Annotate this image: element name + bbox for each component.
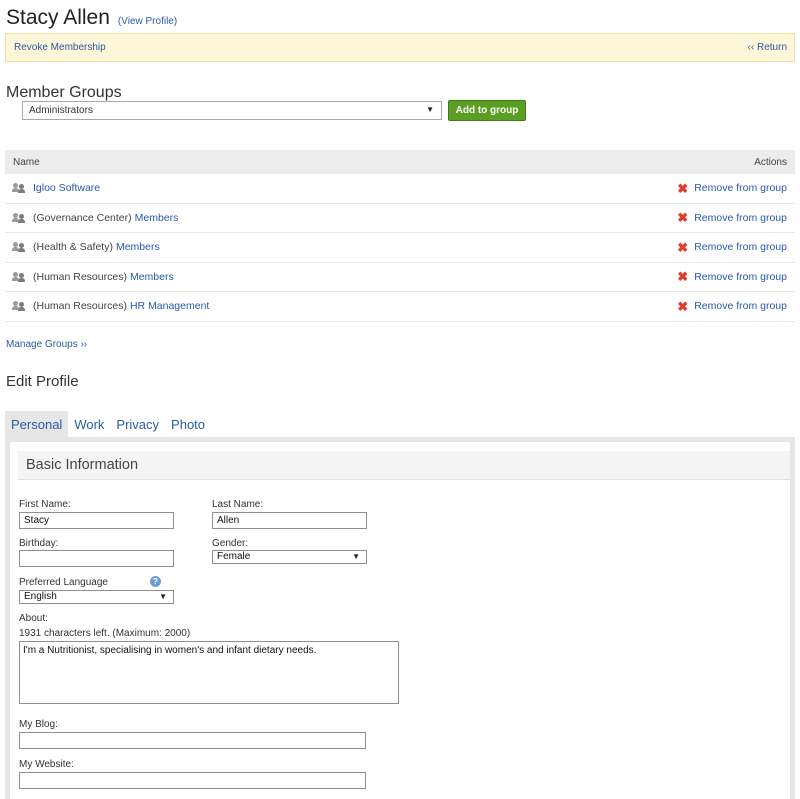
remove-from-group-button[interactable]: ✖ Remove from group xyxy=(677,182,787,195)
group-icon xyxy=(12,301,27,312)
gender-value: Female xyxy=(217,551,251,562)
close-icon: ✖ xyxy=(677,210,689,226)
section-title: Basic Information xyxy=(26,457,139,473)
revoke-membership-link[interactable]: Revoke Membership xyxy=(14,42,106,53)
group-cell: (Health & Safety) Members xyxy=(12,241,160,254)
close-icon: ✖ xyxy=(677,298,689,314)
website-field[interactable] xyxy=(19,772,366,789)
table-row: (Health & Safety) Members ✖ Remove from … xyxy=(5,233,795,263)
profile-panel: Basic Information First Name: Stacy Last… xyxy=(5,437,795,799)
chevron-down-icon: ▼ xyxy=(352,552,360,561)
table-row: (Human Resources) Members ✖ Remove from … xyxy=(5,263,795,292)
group-cell: (Governance Center) Members xyxy=(12,211,179,224)
page-header: Stacy Allen (View Profile) xyxy=(6,6,177,30)
chevron-down-icon: ▼ xyxy=(159,592,167,601)
group-icon xyxy=(12,212,27,223)
language-label: Preferred Language xyxy=(19,577,108,588)
table-row: Igloo Software ✖ Remove from group xyxy=(5,174,795,204)
group-select[interactable]: Administrators ▼ xyxy=(22,101,442,120)
first-name-label: First Name: xyxy=(19,499,71,510)
last-name-field[interactable]: Allen xyxy=(212,512,367,529)
birthday-label: Birthday: xyxy=(19,538,59,549)
remove-label: Remove from group xyxy=(694,182,787,195)
membership-notice-bar: Revoke Membership ‹‹ Return xyxy=(5,33,795,62)
groups-table: Name Actions Igloo Software ✖ Remove fro… xyxy=(5,150,795,322)
remove-from-group-button[interactable]: ✖ Remove from group xyxy=(677,211,787,224)
profile-tabs: Personal Work Privacy Photo xyxy=(5,411,211,438)
remove-label: Remove from group xyxy=(694,270,787,283)
about-label: About: xyxy=(19,613,48,624)
blog-label: My Blog: xyxy=(19,719,58,730)
group-icon xyxy=(12,271,27,282)
group-space-prefix: (Health & Safety) xyxy=(33,241,113,254)
group-cell: (Human Resources) Members xyxy=(12,270,174,283)
group-icon xyxy=(12,242,27,253)
first-name-field[interactable]: Stacy xyxy=(19,512,174,529)
website-label: My Website: xyxy=(19,759,74,770)
help-icon[interactable]: ? xyxy=(150,576,161,587)
remove-label: Remove from group xyxy=(694,241,787,254)
edit-profile-title: Edit Profile xyxy=(6,373,79,390)
close-icon: ✖ xyxy=(677,180,689,196)
remove-label: Remove from group xyxy=(694,211,787,224)
table-header: Name Actions xyxy=(5,150,795,174)
group-cell: (Human Resources) HR Management xyxy=(12,300,209,313)
table-row: (Human Resources) HR Management ✖ Remove… xyxy=(5,292,795,322)
page-title: Stacy Allen xyxy=(6,6,110,29)
group-link[interactable]: Members xyxy=(116,241,160,253)
table-row: (Governance Center) Members ✖ Remove fro… xyxy=(5,204,795,233)
basic-information-header: Basic Information xyxy=(18,451,790,480)
tab-privacy[interactable]: Privacy xyxy=(110,411,165,438)
group-space-prefix: (Governance Center) xyxy=(33,211,132,224)
birthday-field[interactable] xyxy=(19,550,174,567)
group-link[interactable]: Members xyxy=(130,271,174,283)
view-profile-link[interactable]: (View Profile) xyxy=(118,16,177,27)
manage-groups-link[interactable]: Manage Groups ›› xyxy=(6,339,87,350)
group-space-prefix: (Human Resources) xyxy=(33,300,127,313)
group-cell: Igloo Software xyxy=(12,182,100,194)
group-select-value: Administrators xyxy=(29,105,93,116)
group-space-prefix: (Human Resources) xyxy=(33,270,127,283)
about-character-counter: 1931 characters left. (Maximum: 2000) xyxy=(19,628,191,639)
column-header-name: Name xyxy=(13,156,40,168)
group-link[interactable]: Igloo Software xyxy=(33,182,100,194)
language-select[interactable]: English ▼ xyxy=(19,590,174,604)
close-icon: ✖ xyxy=(677,269,689,285)
group-link[interactable]: HR Management xyxy=(130,300,209,312)
blog-field[interactable] xyxy=(19,732,366,749)
close-icon: ✖ xyxy=(677,239,689,255)
about-textarea[interactable]: I'm a Nutritionist, specialising in wome… xyxy=(19,641,399,704)
last-name-label: Last Name: xyxy=(212,499,264,510)
remove-label: Remove from group xyxy=(694,300,787,313)
tab-photo[interactable]: Photo xyxy=(165,411,211,438)
remove-from-group-button[interactable]: ✖ Remove from group xyxy=(677,241,787,254)
tab-work[interactable]: Work xyxy=(68,411,110,438)
column-header-actions: Actions xyxy=(754,156,787,168)
return-link[interactable]: ‹‹ Return xyxy=(748,42,787,53)
language-value: English xyxy=(24,591,57,602)
group-icon xyxy=(12,183,27,194)
tab-personal[interactable]: Personal xyxy=(5,411,69,438)
group-link[interactable]: Members xyxy=(135,212,179,224)
add-to-group-button[interactable]: Add to group xyxy=(448,100,526,121)
member-groups-title: Member Groups xyxy=(6,84,122,101)
gender-label: Gender: xyxy=(212,538,249,549)
remove-from-group-button[interactable]: ✖ Remove from group xyxy=(677,300,787,313)
chevron-down-icon: ▼ xyxy=(426,105,434,114)
remove-from-group-button[interactable]: ✖ Remove from group xyxy=(677,270,787,283)
gender-select[interactable]: Female ▼ xyxy=(212,550,367,564)
